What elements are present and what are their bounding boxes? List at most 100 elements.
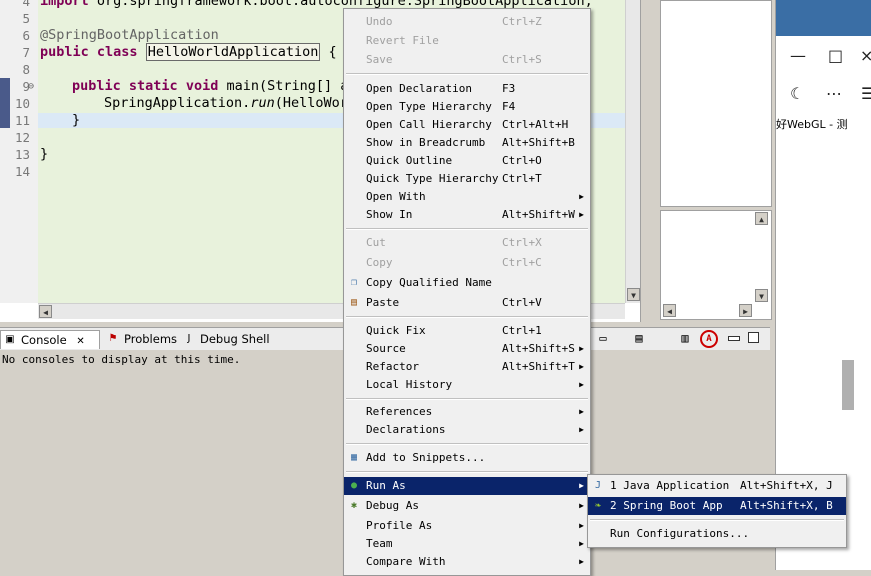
- context-menu: Undo Ctrl+Z Revert File Save Ctrl+S Open D…: [343, 8, 591, 576]
- menu-item-save: Save Ctrl+S: [366, 53, 542, 66]
- line-number: 13: [14, 147, 30, 162]
- menu-item-profile-as[interactable]: Profile As ▶: [344, 517, 590, 535]
- maximize-icon[interactable]: □: [828, 46, 843, 65]
- side-pane: ▲ ▼ ◀ ▶: [660, 210, 772, 320]
- moon-icon[interactable]: ☾: [790, 84, 804, 103]
- code-keyword: void: [185, 78, 219, 94]
- run-as-submenu: J1 Java Application Alt+Shift+X, J ❧ 2 Spr…: [587, 474, 847, 548]
- code-annotation: @SpringBootApplication: [40, 27, 219, 43]
- menu-item-cut: Cut Ctrl+X: [366, 236, 542, 249]
- menu-item-copy-qualified-name[interactable]: ❐ Copy Qualified Name: [344, 274, 590, 292]
- code-line-6: @SpringBootApplication: [40, 27, 219, 44]
- scroll-left-button[interactable]: ◀: [39, 305, 52, 318]
- menu-item-quick-outline[interactable]: Quick Outline Ctrl+O: [344, 152, 590, 170]
- close-icon[interactable]: ×: [860, 46, 871, 65]
- close-icon[interactable]: ✕: [76, 336, 84, 347]
- scroll-down-button[interactable]: ▼: [627, 288, 640, 301]
- display-console-icon[interactable]: ▭: [596, 331, 610, 345]
- menu-separator: [346, 228, 588, 230]
- browser-scrollbar-thumb[interactable]: [842, 360, 854, 410]
- menu-item-quick-fix[interactable]: Quick Fix Ctrl+1: [344, 322, 590, 340]
- menu-separator: [590, 519, 844, 521]
- menu-item-copy: Copy Ctrl+C: [366, 256, 542, 269]
- menu-item-team[interactable]: Team ▶: [344, 535, 590, 553]
- code-text: {: [320, 44, 337, 60]
- menu-item-declarations[interactable]: Declarations ▶: [344, 421, 590, 439]
- code-line-11: }: [72, 112, 81, 128]
- submenu-item-java-application[interactable]: J1 Java Application Alt+Shift+X, J: [588, 477, 846, 495]
- menu-item-refactor[interactable]: Refactor Alt+Shift+T ▶: [344, 358, 590, 376]
- submenu-item-spring-boot-app[interactable]: ❧ 2 Spring Boot App Alt+Shift+X, B: [588, 497, 846, 515]
- submenu-arrow-icon: ▶: [579, 407, 584, 416]
- submenu-arrow-icon: ▶: [579, 425, 584, 434]
- minimize-icon[interactable]: —: [790, 46, 806, 65]
- fold-marker-icon[interactable]: ⊖: [28, 78, 34, 95]
- minimize-icon[interactable]: [728, 336, 740, 341]
- code-line-10: SpringApplication.run(HelloWor: [104, 95, 348, 112]
- menu-item-run-as[interactable]: ● Run As ▶: [344, 477, 590, 495]
- menu-item-open-with[interactable]: Open With ▶: [344, 188, 590, 206]
- terminate-icon[interactable]: A: [700, 330, 718, 348]
- menu-item-references[interactable]: References ▶: [344, 403, 590, 421]
- tab-console[interactable]: ▣ Console ✕: [0, 330, 100, 349]
- menu-separator: [346, 471, 588, 473]
- menu-item-open-declaration[interactable]: Open Declaration F3: [344, 80, 590, 98]
- line-number: 6: [22, 28, 30, 43]
- menu-item-undo: Undo Ctrl+Z: [366, 15, 542, 28]
- line-number: 12: [14, 130, 30, 145]
- menu-item-show-in[interactable]: Show In Alt+Shift+W ▶: [344, 206, 590, 224]
- console-icon: ▣: [5, 334, 15, 345]
- menu-item-source[interactable]: Source Alt+Shift+S ▶: [344, 340, 590, 358]
- menu-item-local-history[interactable]: Local History ▶: [344, 376, 590, 394]
- pin-icon[interactable]: ▥: [678, 331, 692, 345]
- menu-item-open-type-hierarchy[interactable]: Open Type Hierarchy F4: [344, 98, 590, 116]
- browser-tab-title[interactable]: 好WebGL - 测: [776, 110, 871, 140]
- scroll-up-button[interactable]: ▲: [755, 212, 768, 225]
- editor-vertical-scrollbar[interactable]: ▼: [625, 0, 640, 303]
- scroll-left-button[interactable]: ◀: [663, 304, 676, 317]
- code-keyword: public: [72, 78, 121, 94]
- run-icon: ●: [350, 480, 358, 491]
- submenu-arrow-icon: ▶: [579, 192, 584, 201]
- maximize-icon[interactable]: [748, 332, 759, 343]
- tab-label: Problems: [124, 332, 178, 346]
- menu-item-quick-type-hierarchy[interactable]: Quick Type Hierarchy Ctrl+T: [344, 170, 590, 188]
- menu-separator: [346, 398, 588, 400]
- scroll-right-button[interactable]: ▶: [739, 304, 752, 317]
- scroll-down-button[interactable]: ▼: [755, 289, 768, 302]
- more-icon[interactable]: ⋯: [826, 84, 842, 103]
- menu-icon[interactable]: ☰: [861, 84, 871, 103]
- menu-item-debug-as[interactable]: ✱ Debug As ▶: [344, 497, 590, 515]
- code-line-7: public class HelloWorldApplication {: [40, 43, 337, 61]
- line-number: 14: [14, 164, 30, 179]
- copy-icon: ❐: [350, 277, 358, 288]
- tab-label: Console: [21, 333, 67, 347]
- open-console-icon[interactable]: ▤: [632, 331, 646, 345]
- problems-icon: ⚑: [108, 333, 118, 344]
- submenu-arrow-icon: ▶: [579, 501, 584, 510]
- change-marker: [0, 78, 10, 128]
- menu-separator: [346, 316, 588, 318]
- code-keyword: class: [96, 44, 138, 60]
- menu-item-open-call-hierarchy[interactable]: Open Call Hierarchy Ctrl+Alt+H: [344, 116, 590, 134]
- code-class-name: HelloWorldApplication: [145, 43, 321, 61]
- spring-boot-icon: ❧: [594, 500, 602, 511]
- line-number: 8: [22, 62, 30, 77]
- tab-debug-shell[interactable]: J Debug Shell: [180, 330, 292, 348]
- code-method: run: [250, 95, 275, 111]
- submenu-arrow-icon: ▶: [579, 539, 584, 548]
- menu-item-add-to-snippets[interactable]: ▦ Add to Snippets...: [344, 449, 590, 467]
- submenu-arrow-icon: ▶: [579, 557, 584, 566]
- code-keyword: static: [128, 78, 178, 94]
- menu-item-compare-with[interactable]: Compare With ▶: [344, 553, 590, 571]
- menu-separator: [346, 443, 588, 445]
- submenu-arrow-icon: ▶: [579, 210, 584, 219]
- submenu-item-run-configurations[interactable]: Run Configurations...: [588, 525, 846, 543]
- debug-shell-icon: J: [187, 333, 191, 344]
- submenu-arrow-icon: ▶: [579, 481, 584, 490]
- code-line-9: public static void main(String[] a: [72, 78, 348, 95]
- line-number: 7: [22, 45, 30, 60]
- menu-item-show-in-breadcrumb[interactable]: Show in Breadcrumb Alt+Shift+B: [344, 134, 590, 152]
- menu-item-paste[interactable]: ▤ Paste Ctrl+V: [344, 294, 590, 312]
- code-keyword: public: [40, 44, 89, 60]
